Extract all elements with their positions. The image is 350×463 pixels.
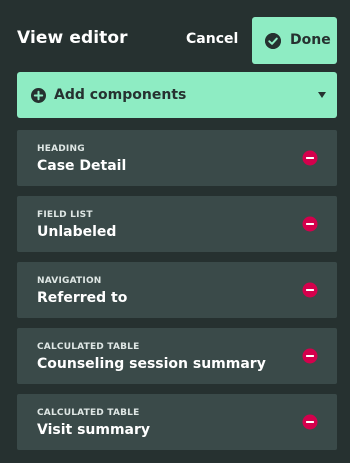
component-card-calculated-table-1[interactable]: CALCULATED TABLE Counseling session summ…: [17, 328, 337, 384]
component-type: CALCULATED TABLE: [37, 408, 140, 418]
add-components-dropdown[interactable]: Add components: [17, 72, 337, 118]
component-name: Case Detail: [37, 158, 127, 174]
view-editor-header: View editor Cancel Done: [0, 0, 350, 80]
component-card-navigation[interactable]: NAVIGATION Referred to: [17, 262, 337, 318]
minus-circle-icon[interactable]: [302, 216, 318, 232]
component-name: Counseling session summary: [37, 356, 266, 372]
component-card-calculated-table-2[interactable]: CALCULATED TABLE Visit summary: [17, 394, 337, 450]
component-type: NAVIGATION: [37, 276, 102, 286]
caret-down-icon: [318, 92, 326, 98]
plus-circle-icon: [31, 88, 46, 103]
done-button-label: Done: [290, 32, 331, 48]
view-editor-panel: View editor Cancel Done Add components H…: [0, 0, 350, 463]
minus-circle-icon[interactable]: [302, 414, 318, 430]
component-name: Unlabeled: [37, 224, 117, 240]
minus-circle-icon[interactable]: [302, 282, 318, 298]
component-card-field-list[interactable]: FIELD LIST Unlabeled: [17, 196, 337, 252]
component-name: Referred to: [37, 290, 128, 306]
component-type: FIELD LIST: [37, 210, 93, 220]
component-name: Visit summary: [37, 422, 151, 438]
page-title: View editor: [17, 28, 128, 48]
minus-circle-icon[interactable]: [302, 150, 318, 166]
check-circle-icon: [265, 33, 281, 49]
component-type: CALCULATED TABLE: [37, 342, 140, 352]
component-type: HEADING: [37, 144, 85, 154]
cancel-button[interactable]: Cancel: [186, 31, 238, 47]
minus-circle-icon[interactable]: [302, 348, 318, 364]
add-components-label: Add components: [54, 87, 187, 103]
component-card-heading[interactable]: HEADING Case Detail: [17, 130, 337, 186]
done-button[interactable]: Done: [252, 17, 337, 64]
